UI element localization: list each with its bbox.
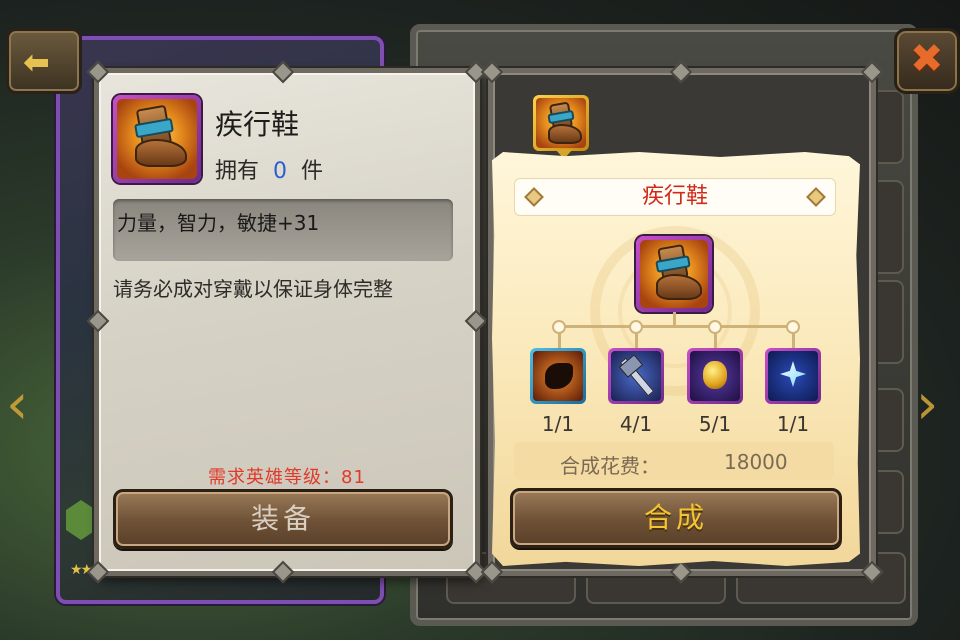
craft-button[interactable]: 合成	[510, 488, 842, 548]
next-hero-icon[interactable]: ›	[916, 372, 938, 437]
close-button[interactable]: ✖	[894, 28, 960, 94]
craft-item-name: 疾行鞋	[641, 184, 708, 209]
recipe-tree-node	[552, 320, 566, 334]
arrow-left-icon: ⬅	[23, 43, 50, 81]
gem-icon	[806, 187, 826, 207]
item-stats: 力量，智力，敏捷+31	[117, 211, 320, 235]
material-count-4: 1/1	[776, 412, 810, 436]
hero-rank-badge	[66, 500, 96, 540]
blade-hammer-icon	[611, 351, 661, 401]
craft-cost-label: 合成花费：	[560, 454, 660, 478]
back-button[interactable]: ⬅	[6, 28, 82, 94]
material-count-1: 1/1	[541, 412, 575, 436]
craft-target-slot[interactable]	[533, 95, 589, 151]
recipe-tree-node	[629, 320, 643, 334]
owned-prefix: 拥有	[215, 159, 260, 184]
craft-result-slot[interactable]	[636, 236, 712, 312]
craft-button-label: 合成	[643, 501, 708, 534]
material-slot-3[interactable]	[687, 348, 743, 404]
swift-boots-icon	[640, 240, 708, 308]
ice-spear-icon	[768, 351, 818, 401]
owned-count-row: 拥有 0 件	[215, 153, 323, 185]
equip-button[interactable]: 装备	[113, 489, 453, 549]
golden-idol-icon	[690, 351, 740, 401]
close-icon: ✖	[910, 36, 944, 82]
equip-button-label: 装备	[250, 502, 315, 535]
recipe-tree-line	[673, 312, 676, 326]
item-detail-panel: 疾行鞋 拥有 0 件 力量，智力，敏捷+31 请务必成对穿戴以保证身体完整 需求英雄…	[86, 60, 488, 584]
gem-icon	[524, 187, 544, 207]
material-slot-2[interactable]	[608, 348, 664, 404]
swift-boots-icon	[536, 98, 586, 148]
material-count-2: 4/1	[619, 412, 653, 436]
recipe-tree-line	[558, 325, 794, 328]
craft-cost-value: 18000	[724, 450, 788, 474]
item-stats-box: 力量，智力，敏捷+31	[113, 199, 453, 261]
craft-recipe-scroll: 疾行鞋 1/1 4/1 5/1 1/1 合成花费： 18000 合成	[492, 152, 860, 566]
owned-count: 0	[273, 159, 288, 184]
required-hero-level: 需求英雄等级：81	[208, 467, 366, 488]
item-name: 疾行鞋	[215, 108, 300, 141]
item-description: 请务必成对穿戴以保证身体完整	[113, 277, 393, 301]
craft-title-bar: 疾行鞋	[514, 178, 836, 216]
material-slot-1[interactable]	[530, 348, 586, 404]
recipe-tree-node	[786, 320, 800, 334]
material-count-3: 5/1	[698, 412, 732, 436]
owned-suffix: 件	[301, 159, 324, 184]
item-icon-frame	[113, 95, 201, 183]
material-slot-4[interactable]	[765, 348, 821, 404]
swift-boots-icon	[117, 99, 197, 179]
craft-cost-bar: 合成花费： 18000	[514, 442, 834, 480]
recipe-tree-node	[708, 320, 722, 334]
previous-hero-icon[interactable]: ‹	[6, 372, 28, 437]
shadow-cloak-icon	[533, 351, 583, 401]
